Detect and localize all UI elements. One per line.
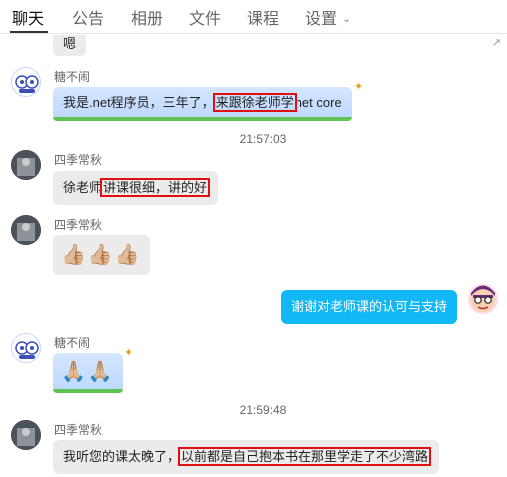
- tab-files[interactable]: 文件: [189, 5, 221, 29]
- avatar-self[interactable]: [468, 284, 498, 314]
- active-tab-indicator: [10, 31, 48, 33]
- message-bubble: 我听您的课太晚了，以前都是自己抱本书在那里学走了不少湾路: [53, 440, 440, 474]
- photo-avatar-icon: [11, 150, 41, 180]
- sender-name: 四季常秋: [54, 218, 103, 232]
- highlighted-text: 讲课很细，讲的好: [100, 178, 211, 197]
- tab-album[interactable]: 相册: [131, 5, 163, 29]
- sender-name: 糖不闹: [54, 336, 91, 350]
- message-bubble-self: 谢谢对老师课的认可与支持: [281, 290, 458, 324]
- message-bubble: 👍🏼👍🏼👍🏼: [53, 235, 150, 275]
- message-bubble: 嗯: [53, 35, 87, 56]
- avatar[interactable]: [11, 420, 41, 450]
- highlighted-text: 以前都是自己抱本书在那里学走了不少湾路: [178, 447, 432, 466]
- timestamp: 21:59:48: [239, 403, 287, 417]
- message-text: 嗯: [63, 36, 77, 51]
- avatar[interactable]: [11, 215, 41, 245]
- sender-name: 四季常秋: [54, 153, 103, 167]
- chevron-down-icon: ⌄: [342, 13, 352, 25]
- message-bubble: 我是.net程序员，三年了，来跟徐老师学net core: [53, 87, 352, 121]
- tab-settings[interactable]: 设置 ⌄: [305, 5, 351, 29]
- sender-name: 糖不闹: [54, 70, 91, 84]
- bubble-grass-decoration: [53, 389, 123, 393]
- message-bubble: 🙏🏼🙏🏼: [53, 353, 123, 393]
- message-text: net core: [294, 95, 342, 110]
- top-tab-bar: 聊天 公告 相册 文件 课程 设置 ⌄: [0, 0, 507, 34]
- tab-announcement[interactable]: 公告: [72, 5, 104, 29]
- pinwheel-icon: ✦: [124, 347, 134, 359]
- tab-chat[interactable]: 聊天: [12, 5, 44, 29]
- chat-area[interactable]: 嗯 ↗ 糖不闹 我是.net程序员，三年了，来跟徐老师学net core ✦ 2…: [0, 35, 507, 477]
- expand-arrow-icon[interactable]: ↗: [492, 36, 501, 49]
- message-text: 谢谢对老师课的认可与支持: [291, 299, 448, 314]
- panda-avatar-icon: [15, 75, 39, 93]
- message-text: 我听您的课太晚了，: [63, 449, 181, 464]
- photo-avatar-icon: [11, 420, 41, 450]
- highlighted-text: 来跟徐老师学: [212, 93, 297, 112]
- message-text: 我是.net程序员，三年了，: [63, 95, 215, 110]
- message-bubble: 徐老师讲课很细，讲的好: [53, 171, 219, 205]
- panda-avatar-icon: [15, 341, 39, 359]
- tab-settings-label: 设置: [305, 11, 338, 28]
- thumbs-up-emoji: 👍🏼👍🏼👍🏼: [61, 244, 142, 266]
- message-text: 徐老师: [63, 180, 103, 195]
- avatar[interactable]: [11, 150, 41, 180]
- sender-name: 四季常秋: [54, 423, 103, 437]
- avatar[interactable]: [11, 67, 41, 97]
- photo-avatar-icon: [11, 215, 41, 245]
- tab-courses[interactable]: 课程: [247, 5, 279, 29]
- pinwheel-icon: ✦: [354, 81, 364, 93]
- cartoon-avatar-icon: [471, 285, 495, 312]
- avatar[interactable]: [11, 333, 41, 363]
- bubble-grass-decoration: [53, 117, 352, 121]
- timestamp: 21:57:03: [239, 132, 287, 146]
- praying-hands-emoji: 🙏🏼🙏🏼: [61, 361, 115, 383]
